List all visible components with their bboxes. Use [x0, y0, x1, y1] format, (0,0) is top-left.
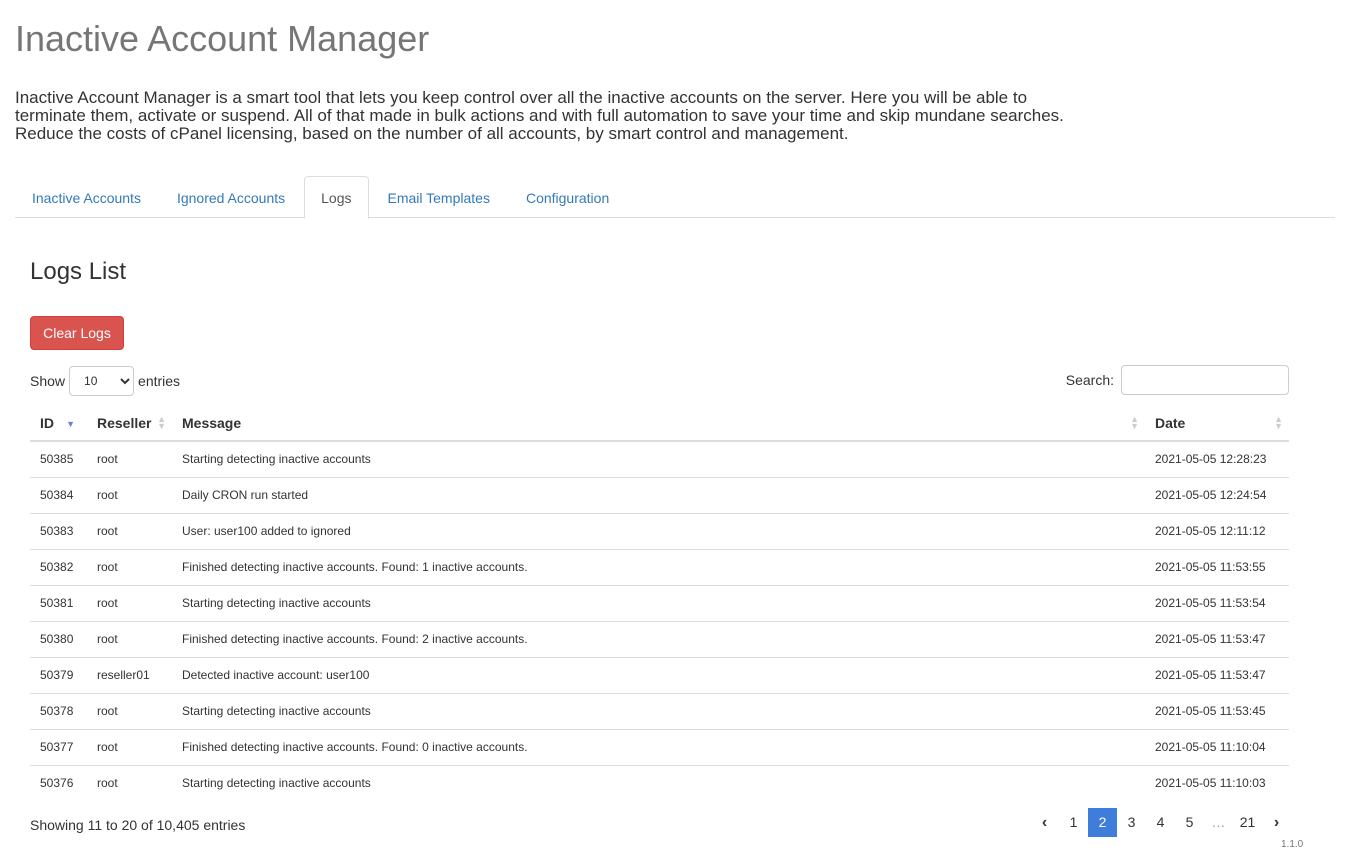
- page-length-select[interactable]: 10: [69, 366, 135, 396]
- cell-date: 2021-05-05 11:53:47: [1145, 656, 1289, 693]
- table-header-row: ID ▼ Reseller ▲ ▼ Message ▲ ▼ Date ▲ ▼: [30, 405, 1289, 442]
- table-row: 50384 root Daily CRON run started 2021-05-0…: [30, 476, 1289, 513]
- cell-reseller: root: [87, 512, 172, 549]
- cell-id: 50376: [30, 764, 87, 801]
- cell-id: 50380: [30, 620, 87, 657]
- sort-icon: ▲ ▼: [157, 414, 166, 431]
- table-row: 50381 root Starting detecting inactive acc…: [30, 584, 1289, 621]
- page-button[interactable]: 4: [1146, 808, 1175, 837]
- cell-id: 50381: [30, 584, 87, 621]
- cell-reseller: root: [87, 584, 172, 621]
- cell-message: Finished detecting inactive accounts. Fo…: [172, 728, 1145, 765]
- cell-date: 2021-05-05 11:53:55: [1145, 548, 1289, 585]
- chevron-right-icon[interactable]: ›: [1262, 808, 1291, 837]
- cell-date: 2021-05-05 12:11:12: [1145, 512, 1289, 549]
- chevron-left-icon[interactable]: ‹: [1030, 808, 1059, 837]
- page-button-current[interactable]: 2: [1088, 808, 1117, 837]
- cell-id: 50382: [30, 548, 87, 585]
- cell-message: Detected inactive account: user100: [172, 656, 1145, 693]
- tab-inactive-accounts[interactable]: Inactive Accounts: [15, 176, 158, 218]
- cell-message: Finished detecting inactive accounts. Fo…: [172, 620, 1145, 657]
- page-button[interactable]: 21: [1233, 808, 1262, 837]
- page-description: Inactive Account Manager is a smart tool…: [15, 88, 1064, 143]
- logs-table: ID ▼ Reseller ▲ ▼ Message ▲ ▼ Date ▲ ▼ 50385 roo…: [30, 405, 1289, 801]
- table-row: 50383 root User: user100 added to ignored 2…: [30, 512, 1289, 549]
- table-row: 50385 root Starting detecting inactive acc…: [30, 441, 1289, 477]
- version-label: 1.1.0: [1281, 839, 1304, 850]
- cell-reseller: root: [97, 452, 118, 467]
- cell-reseller: reseller01: [87, 656, 172, 693]
- page-button[interactable]: 5: [1175, 808, 1204, 837]
- tab-configuration[interactable]: Configuration: [509, 176, 626, 218]
- cell-message: Daily CRON run started: [172, 476, 1145, 513]
- section-title: Logs List: [30, 258, 127, 285]
- table-row: 50376 root Starting detecting inactive acc…: [30, 764, 1289, 801]
- table-info: Showing 11 to 20 of 10,405 entries: [30, 817, 246, 833]
- table-row: 50377 root Finished detecting inactive acc…: [30, 728, 1289, 765]
- cell-id: 50383: [30, 512, 87, 549]
- table-row: 50378 root Starting detecting inactive acc…: [30, 692, 1289, 729]
- cell-id: 50385: [40, 452, 74, 467]
- column-header-date[interactable]: Date ▲ ▼: [1145, 405, 1289, 442]
- cell-id: 50377: [30, 728, 87, 765]
- search-label: Search:: [1065, 372, 1114, 388]
- cell-reseller: root: [87, 548, 172, 585]
- entries-label: entries: [138, 373, 181, 389]
- table-row: 50379 reseller01 Detected inactive account…: [30, 656, 1289, 693]
- cell-reseller: root: [87, 764, 172, 801]
- cell-date: 2021-05-05 11:10:04: [1145, 728, 1289, 765]
- cell-date: 2021-05-05 11:53:45: [1145, 692, 1289, 729]
- cell-reseller: root: [87, 692, 172, 729]
- cell-reseller: root: [87, 728, 172, 765]
- column-header-reseller[interactable]: Reseller ▲ ▼: [87, 405, 172, 442]
- cell-date: 2021-05-05 11:10:03: [1145, 764, 1289, 801]
- column-header-id[interactable]: ID ▼: [30, 405, 87, 442]
- tab-email-templates[interactable]: Email Templates: [371, 176, 507, 218]
- cell-id: 50379: [30, 656, 87, 693]
- cell-date: 2021-05-05 12:28:23: [1155, 452, 1267, 467]
- sort-desc-icon: ▼: [66, 419, 75, 429]
- page-title: Inactive Account Manager: [15, 18, 430, 59]
- search-input[interactable]: [1121, 365, 1289, 395]
- cell-date: 2021-05-05 12:24:54: [1145, 476, 1289, 513]
- cell-date: 2021-05-05 11:53:54: [1145, 584, 1289, 621]
- cell-message: Starting detecting inactive accounts: [172, 764, 1145, 801]
- cell-id: 50384: [30, 476, 87, 513]
- table-row: 50382 root Finished detecting inactive acc…: [30, 548, 1289, 585]
- pagination: ‹ 1 2 3 4 5 … 21 ›: [1030, 808, 1291, 837]
- sort-icon: ▲ ▼: [1130, 414, 1139, 431]
- show-label: Show: [30, 373, 66, 389]
- search-control: Search:: [1066, 365, 1289, 395]
- page-button[interactable]: 1: [1059, 808, 1088, 837]
- cell-date: 2021-05-05 11:53:47: [1145, 620, 1289, 657]
- tab-logs[interactable]: Logs: [304, 176, 369, 219]
- tab-ignored-accounts[interactable]: Ignored Accounts: [160, 176, 302, 218]
- page-length-control: Show 10 entries: [30, 366, 180, 396]
- pagination-ellipsis: …: [1211, 814, 1226, 830]
- clear-logs-button[interactable]: Clear Logs: [30, 316, 124, 350]
- cell-reseller: root: [87, 476, 172, 513]
- cell-message: Starting detecting inactive accounts: [172, 692, 1145, 729]
- page-button[interactable]: 3: [1117, 808, 1146, 837]
- column-header-message[interactable]: Message ▲ ▼: [172, 405, 1145, 442]
- table-row: 50380 root Finished detecting inactive acc…: [30, 620, 1289, 657]
- cell-message: Starting detecting inactive accounts: [172, 584, 1145, 621]
- cell-message: Finished detecting inactive accounts. Fo…: [172, 548, 1145, 585]
- sort-icon: ▲ ▼: [1274, 414, 1283, 431]
- cell-message: Starting detecting inactive accounts: [182, 452, 371, 467]
- tab-bar: Inactive Accounts Ignored Accounts Logs …: [15, 176, 1335, 219]
- cell-id: 50378: [30, 692, 87, 729]
- cell-message: User: user100 added to ignored: [172, 512, 1145, 549]
- cell-reseller: root: [87, 620, 172, 657]
